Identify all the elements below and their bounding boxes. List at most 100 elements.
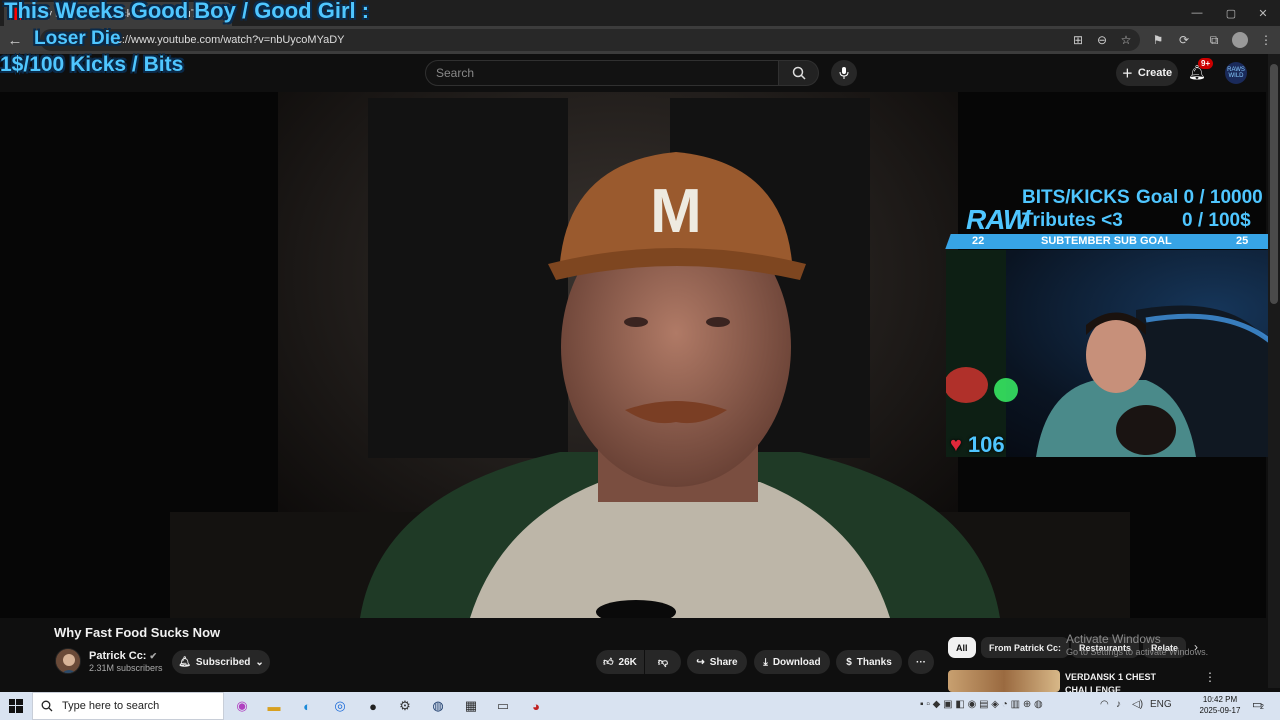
search-input[interactable]: Search: [425, 60, 779, 86]
tributes-value: 0 / 100$: [1182, 210, 1251, 231]
channel-name[interactable]: Patrick Cc: ✔: [89, 650, 157, 662]
notification-badge: 9+: [1198, 58, 1214, 69]
youtube-header: Search ＋ Create 🔔︎ 9+ RAWS WILD: [0, 54, 1268, 92]
sub-goal-target: 25: [1236, 235, 1249, 247]
chip-from-channel[interactable]: From Patrick Cc:: [981, 637, 1070, 658]
search-placeholder: Search: [436, 66, 475, 80]
share-label: Share: [709, 656, 738, 668]
channel-avatar-image: [56, 649, 80, 673]
download-label: Download: [772, 656, 821, 668]
share-button[interactable]: ↪ Share: [687, 650, 747, 674]
webcam-frame: [946, 250, 1280, 457]
recommended-thumbnail[interactable]: [948, 670, 1060, 692]
dislike-button[interactable]: 👎︎: [645, 650, 681, 674]
bits-goal-value: Goal 0 / 10000: [1136, 187, 1263, 208]
channel-avatar[interactable]: [55, 648, 81, 674]
extensions-puzzle-icon[interactable]: ⧉: [1206, 32, 1222, 48]
install-app-icon[interactable]: ⊞: [1070, 32, 1086, 48]
notification-center-count: 2: [1260, 704, 1264, 711]
tributes-label: Tributes <3: [1022, 210, 1123, 231]
thumbs-down-icon: 👎︎: [657, 657, 669, 668]
subscriber-count: 2.31M subscribers: [89, 663, 163, 673]
download-button[interactable]: ⤓ Download: [754, 650, 830, 674]
windows-logo-icon: [9, 699, 23, 713]
maximize-button[interactable]: ▢: [1214, 0, 1248, 26]
taskbar-edge-icon[interactable]: ◐: [296, 696, 318, 716]
chevron-down-icon: ⌄: [255, 656, 264, 668]
windows-taskbar: Type here to search ◉ ▬ ◐ ◎ ● ⚙ ◍ ▦ ▭ ◕ …: [0, 692, 1280, 720]
bookmark-star-icon[interactable]: ☆: [1118, 32, 1134, 48]
stream-goal-overlay: RAW BITS/KICKS Goal 0 / 10000 Tributes <…: [945, 184, 1280, 250]
overlay-loser-line: Loser Die: [34, 28, 121, 49]
streamer-webcam: [946, 250, 1280, 457]
minimize-button[interactable]: —: [1180, 0, 1214, 26]
search-button[interactable]: [779, 60, 819, 86]
more-actions-button[interactable]: ···: [908, 650, 934, 674]
taskbar-app3-icon[interactable]: ▭: [492, 696, 514, 716]
url-text: https://www.youtube.com/watch?v=nbUycoMY…: [98, 34, 345, 46]
browser-menu-icon[interactable]: ⋮: [1258, 32, 1274, 48]
tray-icons[interactable]: ▪ ▫ ◆ ▣ ◧ ◉ ▤ ◈ ◔ ▥ ⊕ ◍: [920, 699, 1043, 710]
account-avatar[interactable]: RAWS WILD: [1225, 62, 1247, 84]
zoom-icon[interactable]: ⊖: [1094, 32, 1110, 48]
heart-count-value: 106: [967, 432, 1005, 457]
bits-kicks-label: BITS/KICKS: [1022, 187, 1130, 208]
page-scrollbar[interactable]: [1268, 54, 1280, 688]
subscribed-button[interactable]: 🔔︎ Subscribed ⌄: [172, 650, 270, 674]
thanks-label: Thanks: [856, 656, 892, 668]
sync-icon[interactable]: ⟳: [1176, 32, 1192, 48]
bell-icon: 🔔︎: [178, 656, 191, 668]
taskbar-steam-icon[interactable]: ◍: [427, 696, 449, 716]
plus-icon: ＋: [1121, 68, 1133, 80]
taskbar-clock[interactable]: 10:42 PM 2025-09-17: [1196, 694, 1244, 716]
windows-start-button[interactable]: [0, 692, 32, 720]
like-button[interactable]: 👍︎ 26K: [596, 650, 644, 674]
taskbar-settings-icon[interactable]: ⚙: [394, 696, 416, 716]
voice-search-button[interactable]: [831, 60, 857, 86]
taskbar-chrome-icon[interactable]: ◕: [525, 696, 547, 716]
profile-avatar-icon[interactable]: [1232, 32, 1248, 48]
browser-toolbar: ← https://www.youtube.com/watch?v=nbUyco…: [0, 26, 1280, 54]
chip-all[interactable]: All: [948, 637, 976, 658]
extension-icon[interactable]: ⚑: [1150, 32, 1166, 48]
channel-name-text: Patrick Cc:: [89, 650, 147, 662]
video-title: Why Fast Food Sucks Now: [54, 625, 221, 640]
thumbs-up-icon: 👍︎: [603, 657, 614, 668]
heart-counter: ♥ 106: [950, 432, 1005, 458]
taskbar-file-explorer-icon[interactable]: ▬: [263, 696, 285, 716]
overlay-price-line: 1$/100 Kicks / Bits: [0, 53, 184, 76]
search-icon: [792, 66, 806, 80]
taskbar-app-icon[interactable]: ◎: [329, 696, 351, 716]
taskbar-obs-icon[interactable]: ●: [362, 696, 384, 716]
notification-center-icon[interactable]: ▭ 2: [1252, 698, 1266, 712]
subscribed-label: Subscribed: [195, 656, 251, 668]
scrollbar-thumb[interactable]: [1270, 64, 1278, 304]
thanks-icon: $: [846, 656, 852, 668]
taskbar-search-placeholder: Type here to search: [62, 700, 160, 712]
download-icon: ⤓: [763, 656, 768, 668]
volume-icon[interactable]: ◁): [1132, 699, 1143, 710]
close-window-button[interactable]: ✕: [1246, 0, 1280, 26]
create-label: Create: [1137, 67, 1173, 79]
activate-windows-title: Activate Windows: [1066, 632, 1161, 646]
address-bar[interactable]: https://www.youtube.com/watch?v=nbUycoMY…: [40, 29, 1140, 51]
language-indicator[interactable]: ENG: [1150, 699, 1172, 710]
taskbar-search[interactable]: Type here to search: [32, 692, 224, 720]
share-icon: ↪: [696, 656, 705, 668]
sub-goal-current: 22: [972, 235, 985, 247]
taskbar-copilot-icon[interactable]: ◉: [231, 696, 253, 716]
mic-tray-icon[interactable]: ♪: [1116, 699, 1121, 710]
raw-logo: RAW: [966, 204, 1029, 235]
taskbar-search-icon: [41, 700, 53, 712]
create-button[interactable]: ＋ Create: [1116, 60, 1178, 86]
recommended-menu-icon[interactable]: ⋮: [1204, 670, 1216, 684]
overlay-good-boy-title: This Weeks Good Boy / Good Girl :: [4, 0, 370, 23]
thanks-button[interactable]: $ Thanks: [836, 650, 902, 674]
microphone-icon: [839, 67, 849, 79]
back-button[interactable]: ←: [4, 30, 26, 50]
activate-windows-watermark: Activate Windows Go to Settings to activ…: [1066, 632, 1208, 657]
sub-goal-title: SUBTEMBER SUB GOAL: [1041, 235, 1172, 247]
verified-badge-icon: ✔: [149, 651, 158, 661]
wifi-icon[interactable]: ◠: [1100, 699, 1109, 710]
taskbar-app2-icon[interactable]: ▦: [460, 696, 482, 716]
